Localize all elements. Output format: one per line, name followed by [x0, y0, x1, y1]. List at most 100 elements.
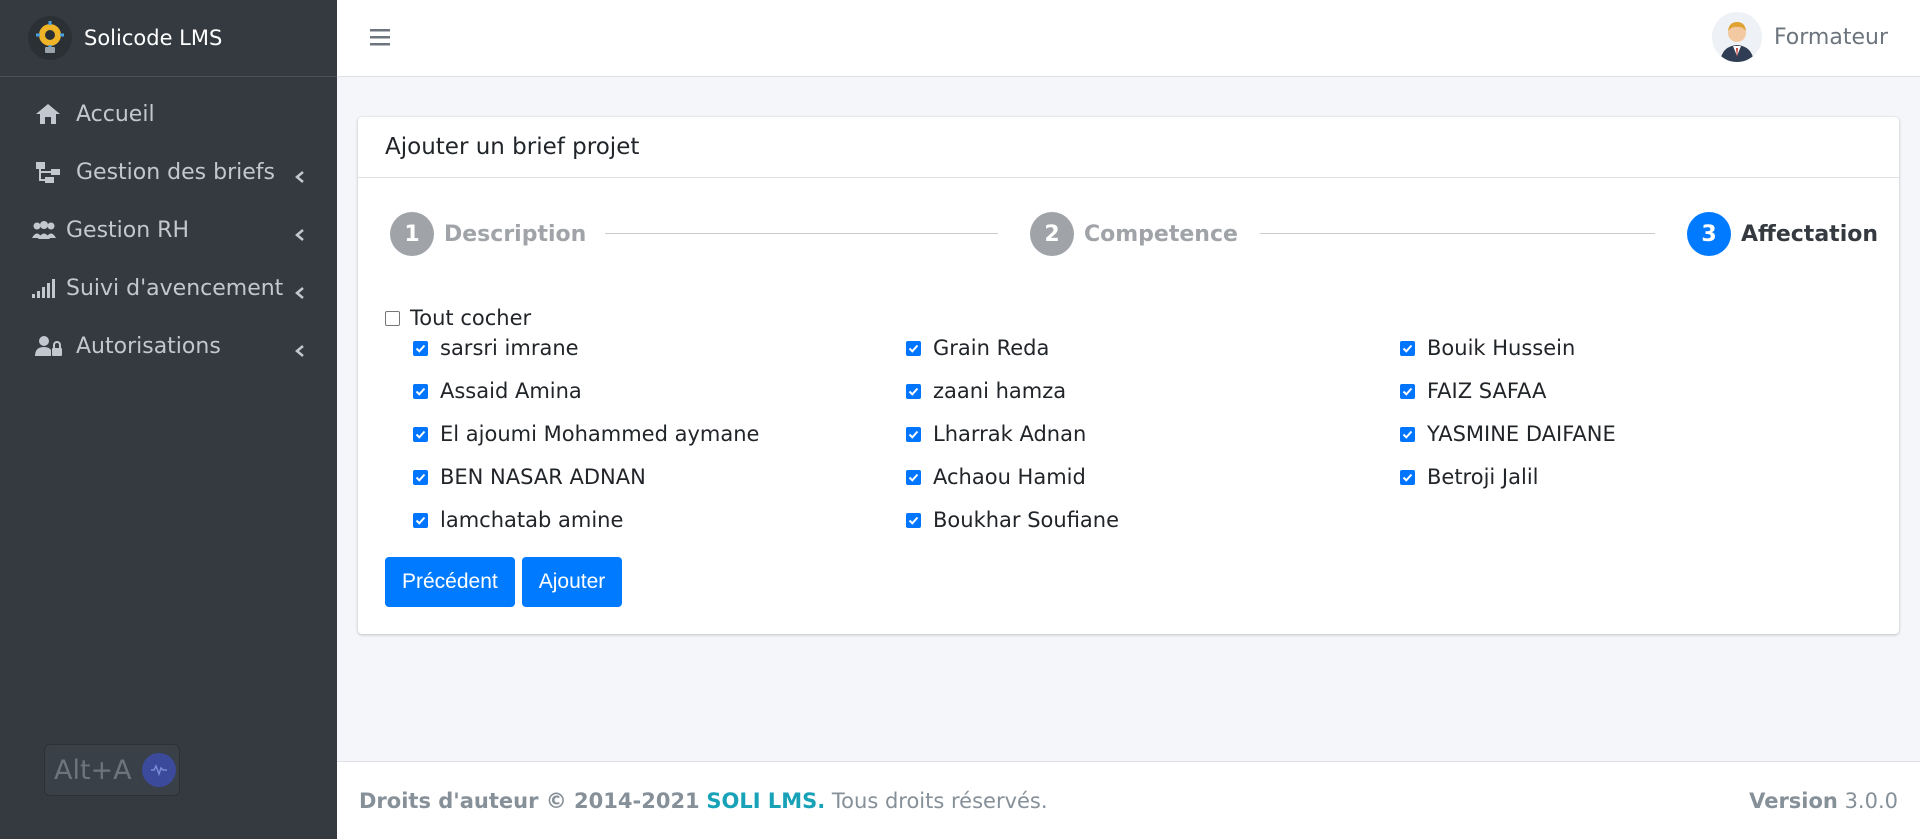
learner-item[interactable]: Boukhar Soufiane: [906, 505, 1119, 535]
learner-checklist: Tout cocher sarsri imrane Grain Reda Bouik…: [385, 303, 1875, 532]
check-icon: [908, 516, 919, 525]
learner-checkbox[interactable]: [1400, 383, 1415, 399]
learner-item[interactable]: El ajoumi Mohammed aymane: [413, 419, 759, 449]
sitemap-icon: [34, 158, 70, 186]
footer-version: Version 3.0.0: [1749, 789, 1898, 813]
check-all-checkbox[interactable]: [385, 310, 400, 326]
learner-name: lamchatab amine: [440, 508, 624, 532]
shortcut-label: Alt+A: [54, 754, 132, 786]
step-label: Competence: [1084, 221, 1238, 247]
learner-name: Lharrak Adnan: [933, 422, 1087, 446]
sidebar-item-label: Accueil: [76, 101, 155, 127]
audio-wave-icon: [141, 753, 176, 787]
check-icon: [908, 344, 919, 353]
learner-item[interactable]: Betroji Jalil: [1400, 462, 1539, 492]
user-name: Formateur: [1773, 24, 1888, 50]
check-icon: [1402, 473, 1413, 482]
learner-name: Assaid Amina: [440, 379, 582, 403]
check-icon: [415, 473, 426, 482]
step-label: Affectation: [1741, 221, 1879, 247]
step-description[interactable]: 1 Description: [390, 211, 586, 257]
learner-name: Grain Reda: [933, 336, 1050, 360]
lightbulb-gear-icon: [28, 16, 72, 60]
learner-item[interactable]: Achaou Hamid: [906, 462, 1086, 492]
learner-name: Bouik Hussein: [1427, 336, 1576, 360]
brand-link[interactable]: Solicode LMS: [0, 0, 337, 77]
sidebar-nav: Accueil Gestion des briefs Gestion RH Su…: [0, 77, 337, 375]
form-actions: Précédent Ajouter: [385, 557, 629, 607]
chevron-left-icon: [293, 223, 307, 241]
step-label: Description: [444, 221, 587, 247]
learner-item[interactable]: zaani hamza: [906, 376, 1066, 406]
footer-copyright: Droits d'auteur © 2014-2021 SOLI LMS. To…: [359, 789, 1048, 813]
learner-item[interactable]: sarsri imrane: [413, 333, 579, 363]
check-all-label: Tout cocher: [410, 306, 532, 330]
version-number: 3.0.0: [1844, 788, 1898, 813]
check-icon: [1402, 430, 1413, 439]
home-icon: [34, 100, 70, 128]
sidebar-item-gestion-briefs[interactable]: Gestion des briefs: [0, 143, 337, 201]
learner-checkbox[interactable]: [906, 469, 921, 485]
learner-checkbox[interactable]: [413, 340, 428, 356]
add-button[interactable]: Ajouter: [521, 557, 623, 607]
step-competence[interactable]: 2 Competence: [1030, 211, 1238, 257]
sidebar-item-suivi[interactable]: Suivi d'avencement: [0, 259, 337, 317]
check-all-toggle[interactable]: Tout cocher: [385, 303, 1875, 333]
page-title: Ajouter un brief projet: [385, 134, 640, 160]
learner-name: Achaou Hamid: [933, 465, 1086, 489]
sidebar-item-label: Gestion RH: [66, 217, 190, 243]
learner-checkbox[interactable]: [906, 340, 921, 356]
user-menu[interactable]: Formateur: [1711, 10, 1888, 64]
check-icon: [908, 387, 919, 396]
brief-form-card: Ajouter un brief projet 1 Description 2 …: [358, 117, 1899, 634]
sidebar-item-gestion-rh[interactable]: Gestion RH: [0, 201, 337, 259]
sidebar-item-autorisations[interactable]: Autorisations: [0, 317, 337, 375]
learner-item[interactable]: Bouik Hussein: [1400, 333, 1575, 363]
user-lock-icon: [34, 332, 70, 360]
learner-checkbox[interactable]: [413, 426, 428, 442]
learner-name: El ajoumi Mohammed aymane: [440, 422, 760, 446]
check-icon: [415, 387, 426, 396]
learner-checkbox[interactable]: [1400, 426, 1415, 442]
shortcut-badge[interactable]: Alt+A: [44, 744, 180, 796]
learner-name: zaani hamza: [933, 379, 1067, 403]
step-affectation[interactable]: 3 Affectation: [1687, 211, 1878, 257]
learner-item[interactable]: BEN NASAR ADNAN: [413, 462, 646, 492]
learner-checkbox[interactable]: [906, 512, 921, 528]
previous-button[interactable]: Précédent: [385, 557, 515, 607]
learner-name: YASMINE DAIFANE: [1427, 422, 1616, 446]
learner-item[interactable]: FAIZ SAFAA: [1400, 376, 1546, 406]
hamburger-icon[interactable]: [369, 26, 391, 48]
signal-icon: [30, 274, 60, 302]
learner-name: Betroji Jalil: [1427, 465, 1539, 489]
learner-name: FAIZ SAFAA: [1427, 379, 1547, 403]
learner-checkbox[interactable]: [1400, 340, 1415, 356]
check-icon: [1402, 387, 1413, 396]
footer-brand-link[interactable]: SOLI LMS.: [706, 789, 825, 813]
learner-name: Boukhar Soufiane: [933, 508, 1120, 532]
learner-item[interactable]: YASMINE DAIFANE: [1400, 419, 1616, 449]
learner-checkbox[interactable]: [906, 383, 921, 399]
learner-checkbox[interactable]: [1400, 469, 1415, 485]
step-number: 2: [1030, 212, 1074, 256]
step-number: 1: [390, 212, 434, 256]
learner-checkbox[interactable]: [413, 512, 428, 528]
users-icon: [30, 216, 60, 244]
learner-checkbox[interactable]: [906, 426, 921, 442]
step-number: 3: [1687, 212, 1731, 256]
learner-item[interactable]: Assaid Amina: [413, 376, 582, 406]
learner-checkbox[interactable]: [413, 383, 428, 399]
check-icon: [415, 516, 426, 525]
check-icon: [415, 344, 426, 353]
sidebar-item-accueil[interactable]: Accueil: [0, 85, 337, 143]
step-connector: [605, 233, 998, 234]
learner-name: sarsri imrane: [440, 336, 579, 360]
learner-item[interactable]: Grain Reda: [906, 333, 1049, 363]
chevron-left-icon: [293, 339, 307, 357]
learner-checkbox[interactable]: [413, 469, 428, 485]
learner-item[interactable]: Lharrak Adnan: [906, 419, 1086, 449]
copyright-text: Droits d'auteur © 2014-2021: [359, 788, 700, 813]
stepper: 1 Description 2 Competence 3 Affectation: [390, 211, 1878, 257]
chevron-left-icon: [293, 165, 307, 183]
learner-item[interactable]: lamchatab amine: [413, 505, 623, 535]
